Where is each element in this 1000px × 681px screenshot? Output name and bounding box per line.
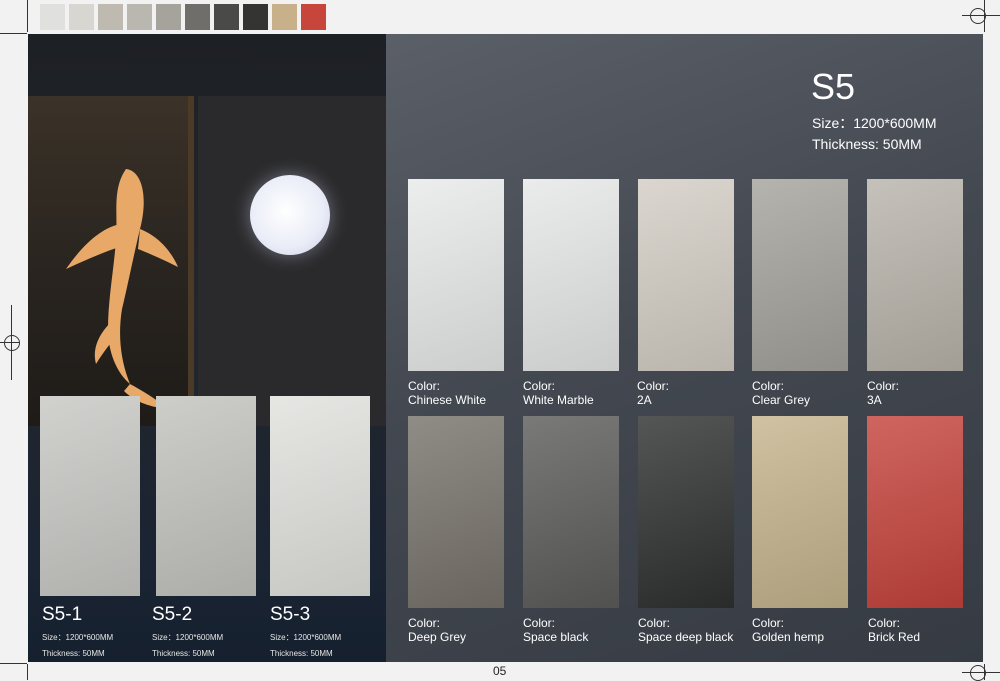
crop-mark bbox=[0, 663, 27, 664]
color-chip bbox=[243, 4, 268, 30]
sample-thickness: Thickness: 50MM bbox=[42, 649, 105, 658]
crop-mark bbox=[27, 0, 28, 32]
crop-mark bbox=[0, 33, 27, 34]
color-caption: Color: bbox=[752, 379, 785, 393]
series-size: Size：1200*600MM bbox=[812, 115, 937, 131]
moon-lamp-icon bbox=[250, 175, 330, 255]
color-caption: Color: bbox=[408, 379, 441, 393]
tile-swatch bbox=[408, 179, 504, 371]
sample-size: Size：1200*600MM bbox=[270, 633, 342, 642]
tile-label: Color: White Marble bbox=[523, 379, 594, 407]
color-caption: Color: bbox=[752, 616, 785, 630]
sample-code: S5-2 bbox=[152, 604, 193, 625]
color-chip bbox=[272, 4, 297, 30]
color-caption: Color: bbox=[408, 616, 441, 630]
sample-size: Size：1200*600MM bbox=[152, 633, 224, 642]
sample-code: S5-1 bbox=[42, 604, 83, 625]
color-caption: Color: bbox=[523, 616, 556, 630]
color-chip bbox=[156, 4, 181, 30]
color-chip bbox=[185, 4, 210, 30]
tile-color-name: 3A bbox=[867, 393, 882, 407]
tile-swatch bbox=[752, 179, 848, 371]
left-photo-panel bbox=[28, 34, 386, 662]
series-thickness: Thickness: 50MM bbox=[812, 136, 922, 152]
tile-color-name: Chinese White bbox=[408, 393, 487, 407]
tile-color-name: Deep Grey bbox=[408, 630, 467, 644]
sample-code: S5-3 bbox=[270, 604, 311, 625]
sample-thickness: Thickness: 50MM bbox=[270, 649, 333, 658]
color-chip bbox=[98, 4, 123, 30]
koi-fish-icon bbox=[66, 169, 178, 409]
tile-color-name: Golden hemp bbox=[752, 630, 825, 644]
series-title: S5 bbox=[811, 66, 856, 107]
tile-label: Color: Chinese White bbox=[408, 379, 486, 407]
crop-mark bbox=[27, 664, 28, 680]
color-swatch-strip bbox=[40, 4, 326, 30]
color-caption: Color: bbox=[868, 616, 901, 630]
tile-label: Color: Brick Red bbox=[868, 616, 920, 644]
tile-swatch bbox=[523, 416, 619, 608]
color-chip bbox=[301, 4, 326, 30]
tile-label: Color: Golden hemp bbox=[752, 616, 824, 644]
tile-color-name: Brick Red bbox=[868, 630, 921, 644]
tile-color-name: Clear Grey bbox=[752, 393, 811, 407]
page-number: 05 bbox=[493, 664, 507, 678]
sample-s5-2 bbox=[156, 396, 256, 596]
color-chip bbox=[69, 4, 94, 30]
tile-color-name: 2A bbox=[637, 393, 652, 407]
stone-wall bbox=[198, 96, 386, 426]
tile-label: Color: Clear Grey bbox=[752, 379, 810, 407]
tile-swatch bbox=[638, 179, 734, 371]
tile-swatch bbox=[408, 416, 504, 608]
sample-s5-3 bbox=[270, 396, 370, 596]
tile-swatch bbox=[867, 179, 963, 371]
tile-label: Color: 3A bbox=[867, 379, 899, 407]
tile-swatch bbox=[867, 416, 963, 608]
tile-label: Color: 2A bbox=[637, 379, 669, 407]
tile-label: Color: Space black bbox=[523, 616, 588, 644]
tile-swatch bbox=[523, 179, 619, 371]
tile-swatch bbox=[752, 416, 848, 608]
color-caption: Color: bbox=[638, 616, 671, 630]
registration-mark-icon bbox=[970, 8, 986, 24]
color-chip bbox=[127, 4, 152, 30]
tile-label: Color: Space deep black bbox=[638, 616, 733, 644]
tile-color-name: Space black bbox=[523, 630, 589, 644]
color-caption: Color: bbox=[637, 379, 670, 393]
sample-s5-1 bbox=[40, 396, 140, 596]
color-chip bbox=[214, 4, 239, 30]
registration-mark-icon bbox=[970, 665, 986, 681]
color-caption: Color: bbox=[523, 379, 556, 393]
tile-color-name: Space deep black bbox=[638, 630, 734, 644]
tile-color-name: White Marble bbox=[523, 393, 594, 407]
color-chip bbox=[40, 4, 65, 30]
sample-size: Size：1200*600MM bbox=[42, 633, 114, 642]
tile-label: Color: Deep Grey bbox=[408, 616, 466, 644]
tile-swatch bbox=[638, 416, 734, 608]
sample-thickness: Thickness: 50MM bbox=[152, 649, 215, 658]
color-caption: Color: bbox=[867, 379, 900, 393]
registration-mark-icon bbox=[4, 335, 20, 351]
